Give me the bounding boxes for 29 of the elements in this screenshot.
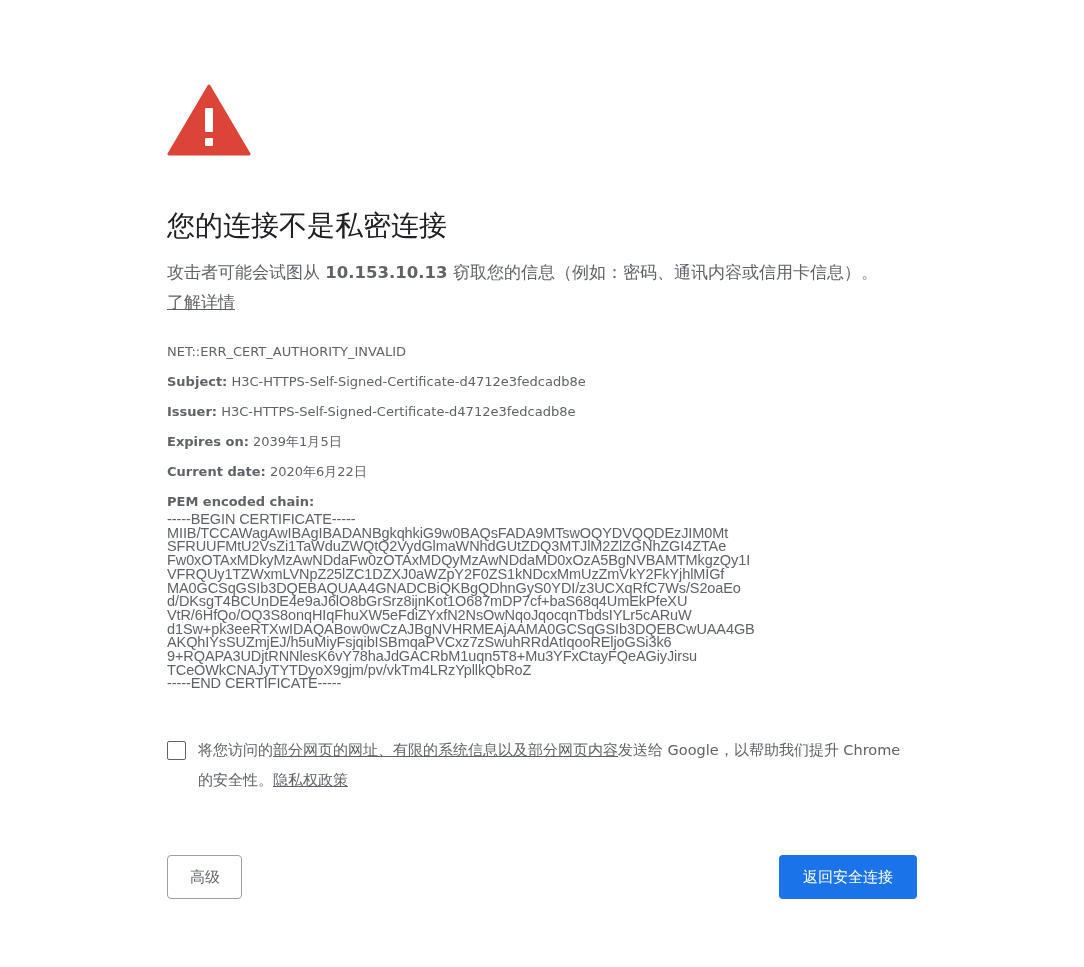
page-content-link[interactable]: 部分网页的网址、有限的系统信息以及部分网页内容 — [273, 742, 618, 759]
advanced-button[interactable]: 高级 — [167, 855, 242, 900]
certificate-line: VtR/6HfQo/OQ3S8onqHIqFhuXW5eFdiZYxfN2NsOwNqoJqocqnTbdsIYLr5cARuW — [167, 608, 692, 623]
certificate-line: SFRUUFMtU2VsZi1TaWduZWQtQ2VydGlmaWNhdGUtZDQ3MTJlM2ZlZGNhZGI4ZTAe — [167, 540, 727, 555]
certificate-line: 9+RQAPA3UDjtRNNlesK6vY78haJdGACRbM1uqn5T8+Mu3YFxCtayFQeAGiyJirsu — [167, 650, 698, 664]
pem-label: PEM encoded chain: — [167, 493, 316, 511]
certificate-detail: Current date: 2020年6月22日 — [167, 463, 368, 481]
certificate-line: d/DKsgT4BCUnDE4e9aJ6lO8bGrSrz8ijnKot1O687mDP7cf+baS68q4UmEkPfeXU — [167, 595, 688, 609]
certificate-line: TCeOWkCNAJyTYTDyoX9gjm/pv/vkTm4LRzYpllkQbRoZ — [167, 663, 532, 678]
certificate-line: MA0GCSqGSIb3DQEBAQUAA4GNADCBiQKBgQDhnGyS0YDI/z3UCXqRfC7Ws/S2oaEo — [167, 581, 741, 596]
certificate-line: Fw0xOTAxMDkyMzAwNDdaFw0zOTAxMDQyMzAwNDdaMD0xOzA5BgNVBAMTMkgzQy1I — [167, 554, 751, 568]
warning-message: 攻击者可能会试图从 10.153.10.13 窃取您的信息（例如：密码、通讯内容或信用卡信息）。 了解详情 — [167, 262, 879, 314]
certificate-line: VFRQUy1TZWxmLVNpZ25lZC1DZXJ0aWZpY2F0ZS1kNDcxMmUzZmVkY2FkYjhlMIGf — [167, 567, 725, 582]
warning-icon — [167, 84, 251, 156]
page-heading: 您的连接不是私密连接 — [167, 208, 448, 244]
report-checkbox[interactable] — [167, 741, 186, 761]
certificate-line: AKQhIYsSUZmjEJ/h5uMiyFsjqibISBmqaPVCxz7zSwuhRRdAtIqooREljoGSi3k6 — [167, 636, 672, 651]
certificate-line: -----END CERTIFICATE----- — [167, 677, 342, 692]
certificate-detail: Expires on: 2039年1月5日 — [167, 433, 343, 451]
error-code: NET::ERR_CERT_AUTHORITY_INVALID — [167, 343, 407, 361]
certificate-line: MIIB/TCCAWagAwIBAgIBADANBgkqhkiG9w0BAQsFADA9MTswOQYDVQQDEzJIM0Mt — [167, 526, 729, 541]
learn-more-link[interactable]: 了解详情 — [167, 293, 235, 312]
certificate-detail: Subject: H3C-HTTPS-Self-Signed-Certificate-d4712e3fedcadb8e — [167, 373, 587, 391]
certificate-line: d1Sw+pk3eeRTXwIDAQABow0wCzAJBgNVHRMEAjAAMA0GCSqGSIb3DQEBCwUAA4GB — [167, 622, 755, 637]
back-to-safety-button[interactable]: 返回安全连接 — [779, 855, 917, 900]
certificate-line: -----BEGIN CERTIFICATE----- — [167, 513, 356, 527]
privacy-policy-link[interactable]: 隐私权政策 — [273, 772, 348, 789]
certificate-detail: Issuer: H3C-HTTPS-Self-Signed-Certificate-d4712e3fedcadb8e — [167, 403, 577, 421]
report-message: 将您访问的部分网页的网址、有限的系统信息以及部分网页内容发送给 Google，以帮助我们提升 Chrome 的安全性。隐私权政策 — [198, 741, 902, 791]
